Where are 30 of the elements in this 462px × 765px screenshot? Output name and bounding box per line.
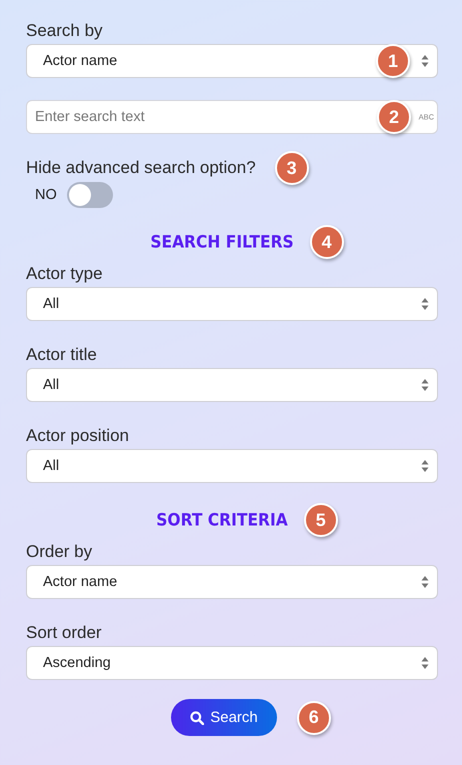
select-field[interactable]: All <box>26 368 438 402</box>
section-heading: SORT CRITERIA <box>156 510 288 530</box>
select-field[interactable]: All <box>26 449 438 483</box>
step-number-badge: 5 <box>304 503 338 537</box>
field-label: Actor position <box>26 425 130 447</box>
step-number-badge: 6 <box>296 700 331 734</box>
section-heading: SEARCH FILTERS <box>150 232 294 252</box>
field-label: Order by <box>26 541 94 563</box>
select-field[interactable]: Actor name <box>26 565 438 599</box>
step-number-badge: 4 <box>310 225 344 259</box>
updown-caret-icon <box>421 459 429 473</box>
select-field[interactable]: Ascending <box>26 646 438 680</box>
toggle-state-label: NO <box>35 187 57 203</box>
updown-caret-icon <box>421 297 429 311</box>
step-number-badge: 1 <box>376 44 410 78</box>
search-button[interactable]: Search <box>171 699 277 736</box>
field-label: Actor title <box>26 344 98 366</box>
select-field[interactable]: All <box>26 287 438 321</box>
field-label: Actor type <box>26 263 104 285</box>
toggle-switch[interactable] <box>66 182 113 208</box>
updown-caret-icon <box>421 575 429 589</box>
step-number-badge: 3 <box>274 151 309 185</box>
search-icon <box>190 710 204 724</box>
select-field[interactable]: Actor name 1 <box>26 44 438 78</box>
updown-caret-icon <box>421 378 429 392</box>
field-label: Search by <box>26 20 104 42</box>
field-label: Sort order <box>26 622 103 644</box>
field-label: Hide advanced search option? <box>26 158 256 178</box>
updown-caret-icon <box>421 656 429 670</box>
updown-caret-icon <box>421 54 429 68</box>
